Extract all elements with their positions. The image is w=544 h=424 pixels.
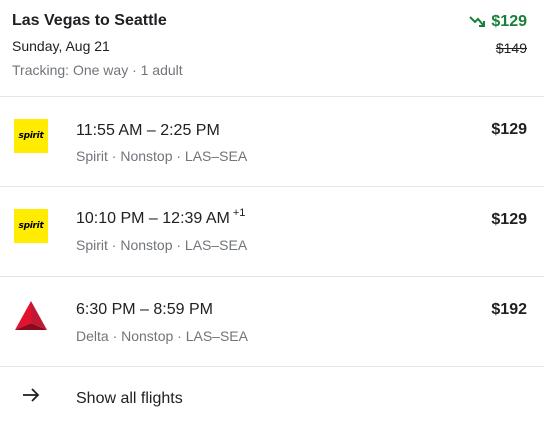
flight-option[interactable]: spirit 10:10 PM – 12:39 AM +1 Spirit · No…	[0, 187, 544, 277]
flight-times: 6:30 PM – 8:59 PM	[76, 301, 213, 318]
day-offset: +1	[232, 207, 246, 219]
previous-price: $149	[495, 40, 527, 56]
tracking-info: Tracking: One way · 1 adult	[12, 62, 183, 78]
current-price: $129	[469, 13, 527, 31]
show-all-flights-link[interactable]: Show all flights	[0, 366, 544, 424]
flight-details: Spirit · Nonstop · LAS–SEA	[76, 237, 248, 253]
flight-price: $129	[491, 211, 527, 228]
flight-option[interactable]: 6:30 PM – 8:59 PM Delta · Nonstop · LAS–…	[0, 277, 544, 367]
flight-details: Delta · Nonstop · LAS–SEA	[76, 328, 248, 344]
flight-price: $129	[491, 121, 527, 138]
spirit-logo: spirit	[14, 119, 48, 153]
trending-down-icon	[469, 16, 486, 27]
flight-times: 11:55 AM – 2:25 PM	[76, 122, 220, 139]
flight-price: $192	[491, 301, 527, 318]
spirit-logo: spirit	[14, 209, 48, 243]
tracked-route-header: Las Vegas to Seattle Sunday, Aug 21 Trac…	[0, 0, 544, 97]
flight-option[interactable]: spirit 11:55 AM – 2:25 PM Spirit · Nonst…	[0, 97, 544, 187]
travel-date: Sunday, Aug 21	[12, 38, 110, 54]
flight-times: 10:10 PM – 12:39 AM +1	[76, 207, 246, 227]
arrow-right-icon	[23, 388, 40, 402]
current-price-value: $129	[491, 13, 527, 30]
flight-details: Spirit · Nonstop · LAS–SEA	[76, 148, 248, 164]
delta-logo	[15, 301, 47, 330]
route-title: Las Vegas to Seattle	[12, 12, 167, 29]
show-all-flights-label: Show all flights	[76, 390, 183, 407]
